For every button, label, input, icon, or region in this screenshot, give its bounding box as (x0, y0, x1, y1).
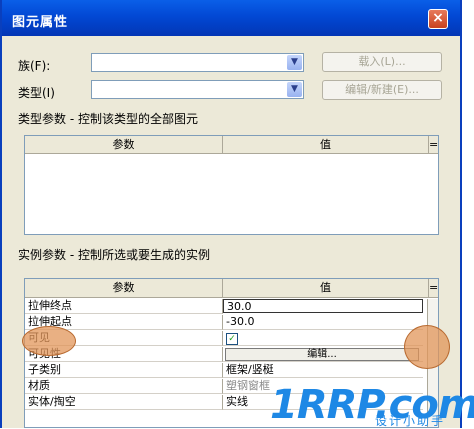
column-header-value[interactable]: 值 (223, 279, 428, 298)
param-value[interactable]: 框架/竖梃 (223, 363, 423, 378)
edit-new-button[interactable]: 编辑/新建(E)... (322, 80, 442, 100)
filter-button[interactable]: = (428, 136, 438, 154)
load-button[interactable]: 载入(L)... (322, 52, 442, 72)
chevron-down-icon[interactable]: ▼ (287, 82, 302, 97)
type-params-grid[interactable]: 参数 值 = (24, 135, 439, 235)
visible-checkbox[interactable]: ✓ (226, 333, 238, 345)
highlight-annotation (22, 326, 76, 356)
param-value[interactable]: -30.0 (223, 315, 423, 330)
watermark-subtitle: 设计小助手 (375, 414, 446, 428)
family-dropdown[interactable]: ▼ (91, 53, 304, 72)
highlight-annotation (404, 325, 450, 369)
visibility-cell: 编辑... (223, 347, 423, 362)
param-name: 拉伸终点 (25, 299, 223, 314)
window-title: 图元属性 (12, 15, 69, 30)
type-dropdown[interactable]: ▼ (91, 80, 304, 99)
visible-checkbox-cell[interactable]: ✓ (223, 331, 423, 346)
type-params-section-title: 类型参数 - 控制该类型的全部图元 (18, 112, 198, 126)
column-header-param[interactable]: 参数 (25, 136, 223, 154)
column-header-value[interactable]: 值 (223, 136, 428, 154)
param-name: 实体/掏空 (25, 395, 223, 410)
param-name: 材质 (25, 379, 223, 394)
chevron-down-icon[interactable]: ▼ (287, 55, 302, 70)
param-value-input[interactable]: 30.0 (223, 299, 423, 313)
type-label: 类型(I) (18, 86, 55, 100)
title-bar[interactable]: 图元属性 × (2, 0, 460, 36)
param-name: 子类别 (25, 363, 223, 378)
element-properties-dialog: 图元属性 × 族(F): ▼ 载入(L)... 类型(I) ▼ 编辑/新建(E)… (0, 0, 462, 428)
visibility-edit-button[interactable]: 编辑... (225, 348, 419, 361)
filter-button[interactable]: = (428, 279, 438, 298)
instance-params-section-title: 实例参数 - 控制所选或要生成的实例 (18, 248, 210, 262)
family-label: 族(F): (18, 59, 51, 73)
close-button[interactable]: × (428, 9, 448, 29)
column-header-param[interactable]: 参数 (25, 279, 223, 298)
